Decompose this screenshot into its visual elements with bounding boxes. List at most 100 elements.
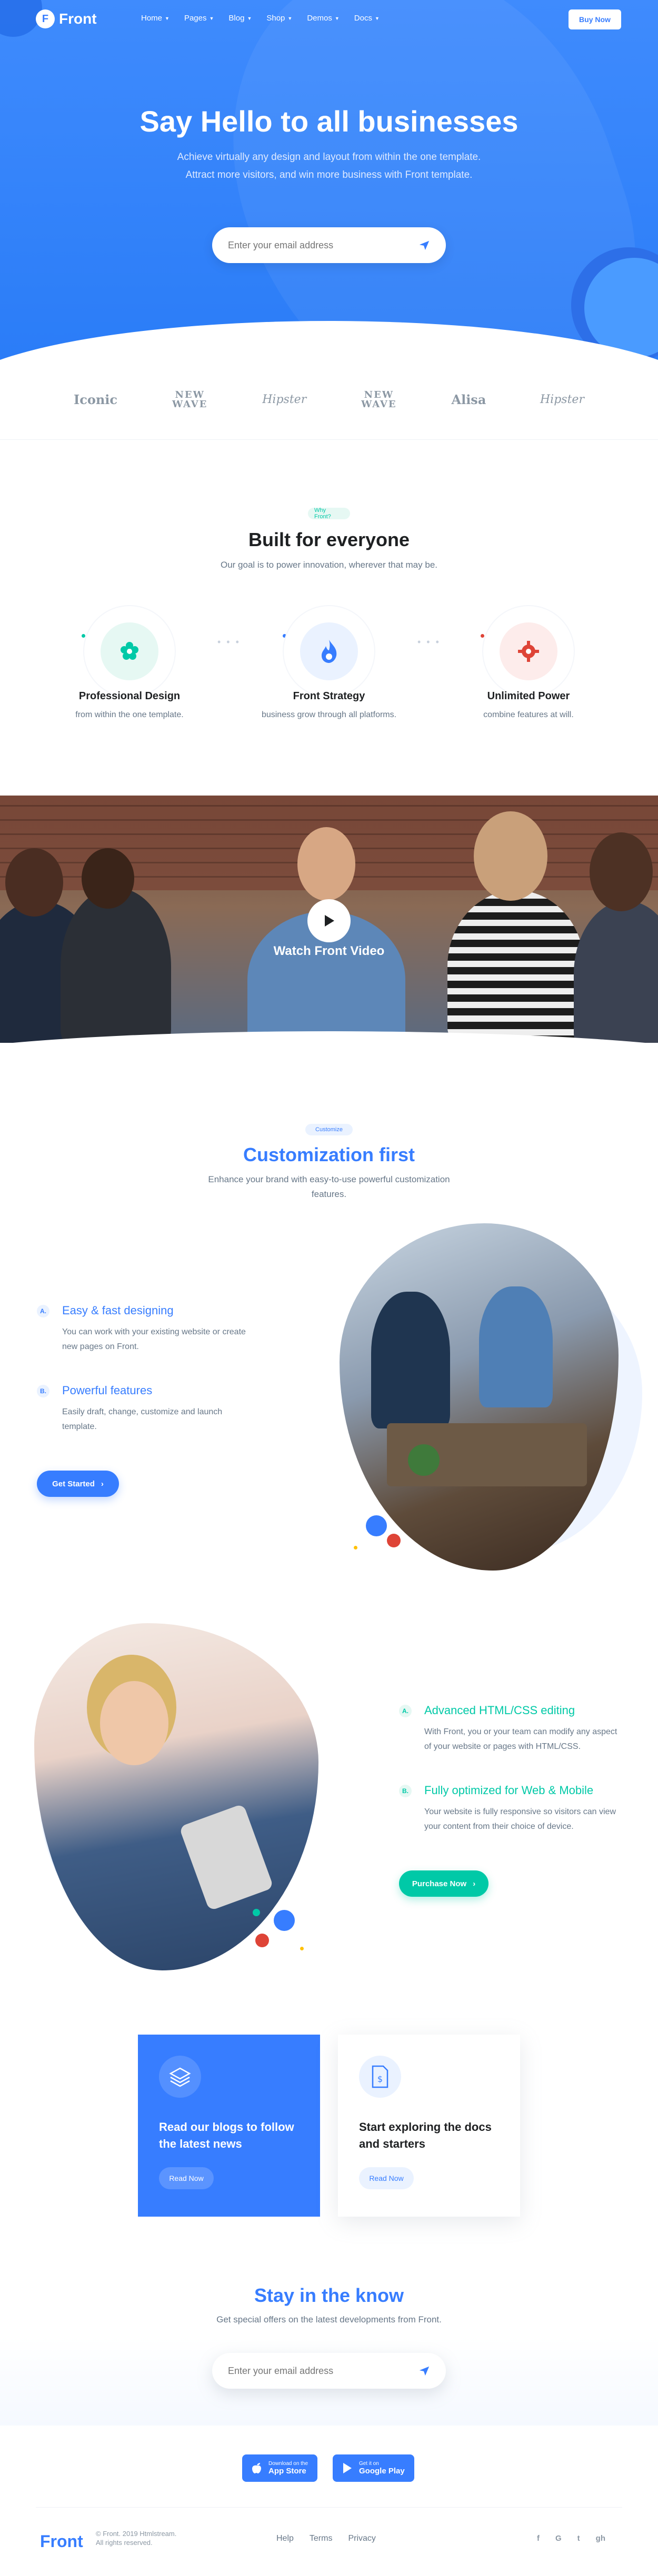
list-letter: A. (37, 1305, 49, 1317)
decor-dot (274, 1910, 295, 1931)
facebook-icon[interactable]: f (537, 2534, 540, 2543)
read-now-button[interactable]: Read Now (159, 2167, 214, 2189)
play-video-button[interactable] (307, 899, 351, 942)
subscribe-email-input[interactable] (228, 2365, 418, 2377)
hero-subscribe-form (212, 227, 446, 263)
client-logo-iconic: Iconic (74, 392, 118, 407)
menu-item-label: Shop (266, 14, 285, 23)
video-section: Watch Front Video (0, 796, 658, 1043)
flame-icon (322, 640, 337, 663)
button-label: Purchase Now (412, 1879, 467, 1888)
play-icon (343, 2463, 352, 2473)
copyright-line: © Front. 2019 Htmlstream. (96, 2530, 177, 2538)
chevron-down-icon: ▼ (209, 15, 214, 21)
footer-link-help[interactable]: Help (276, 2534, 294, 2543)
landing-page: F Front Home ▼ Pages ▼ Blog ▼ Shop ▼ Demos ▼ … (0, 0, 658, 2576)
chevron-down-icon: ▼ (334, 15, 340, 21)
decor-dot (366, 1515, 387, 1536)
footer-link-terms[interactable]: Terms (310, 2534, 333, 2543)
buy-now-button[interactable]: Buy Now (569, 9, 621, 29)
feature-front-strategy: Front Strategy business grow through all… (250, 605, 408, 731)
why-title: Built for everyone (248, 529, 410, 550)
feature-professional-design: Professional Design from within the one … (51, 605, 208, 731)
person-head (590, 832, 653, 911)
feature-text: Your website is fully responsive so visi… (424, 1807, 616, 1831)
person-head (297, 827, 355, 901)
custom-feature-a: A. Easy & fast designing You can work wi… (37, 1304, 258, 1351)
google-icon[interactable]: G (555, 2534, 562, 2543)
feature-title: Powerful features (62, 1384, 153, 1397)
feature-title: Easy & fast designing (62, 1304, 174, 1317)
subscribe-title: Stay in the know (0, 2285, 658, 2307)
google-play-button[interactable]: Get it on Google Play (333, 2454, 414, 2482)
feature-icon-circle (500, 622, 557, 680)
customization-title: Customization first (0, 1144, 658, 1166)
person-head (82, 848, 134, 909)
client-logo-newwave: NEW WAVE (361, 389, 397, 410)
blog-card[interactable]: Read our blogs to follow the latest news… (138, 2035, 320, 2217)
app-store-button[interactable]: Download on the App Store (242, 2454, 318, 2482)
decor-dot (354, 1546, 357, 1549)
feature-icon-circle (300, 622, 358, 680)
title-bold: first (378, 1144, 415, 1165)
chevron-right-icon: › (473, 1879, 476, 1888)
custom-feature-b: B. Powerful features Easily draft, chang… (37, 1384, 258, 1431)
card-icon-circle: $ (359, 2056, 401, 2098)
feature-text: You can work with your existing website … (62, 1327, 246, 1351)
feature-title: Fully optimized for Web & Mobile (424, 1784, 594, 1797)
decor-dot (300, 1947, 304, 1950)
connector-dots: • • • (417, 637, 441, 647)
svg-text:$: $ (377, 2074, 383, 2084)
hero-title-bold: Hello (200, 105, 273, 138)
decor-dot (255, 1934, 269, 1947)
footer-social: f G t gh (537, 2534, 605, 2543)
advanced-feature-a: A. Advanced HTML/CSS editing With Front,… (399, 1704, 620, 1751)
send-icon[interactable] (418, 239, 430, 251)
why-badge: Why Front? (308, 507, 350, 520)
twitter-icon[interactable]: t (577, 2534, 580, 2543)
chevron-right-icon: › (101, 1479, 104, 1488)
button-label: Get Started (52, 1479, 95, 1488)
feature-icon-circle (101, 622, 158, 680)
list-letter: A. (399, 1705, 412, 1717)
hero-email-input[interactable] (228, 239, 418, 251)
logo-mark-icon: F (36, 9, 55, 28)
store-big-text: App Store (268, 2467, 306, 2476)
feature-unlimited-power: Unlimited Power combine features at will… (450, 605, 607, 731)
menu-item-label: Home (141, 14, 163, 23)
menu-item-blog[interactable]: Blog ▼ (228, 14, 252, 23)
footer-logo[interactable]: Front (40, 2532, 83, 2551)
list-letter: B. (37, 1385, 49, 1397)
read-now-button[interactable]: Read Now (359, 2167, 414, 2189)
title-bold: Stay (254, 2285, 295, 2306)
menu-item-demos[interactable]: Demos ▼ (307, 14, 339, 23)
menu-item-label: Blog (228, 14, 245, 23)
person-figure (574, 901, 658, 1043)
brand-logo[interactable]: F Front (36, 9, 97, 28)
customize-badge: Customize (305, 1124, 353, 1135)
subscribe-subtitle: Get special offers on the latest develop… (216, 2315, 442, 2325)
title-pre: Customization (243, 1144, 379, 1165)
menu-item-label: Docs (354, 14, 372, 23)
feature-text: With Front, you or your team can modify … (424, 1727, 617, 1751)
menu-item-shop[interactable]: Shop ▼ (266, 14, 292, 23)
get-started-button[interactable]: Get Started › (37, 1471, 119, 1497)
hero-subtitle: Achieve virtually any design and layout … (177, 152, 481, 180)
github-icon[interactable]: gh (596, 2534, 605, 2543)
section-divider (0, 439, 658, 440)
footer-link-privacy[interactable]: Privacy (348, 2534, 375, 2543)
feature-title: Front Strategy (293, 690, 365, 702)
title-post: in the know (294, 2285, 404, 2306)
send-icon[interactable] (418, 2365, 430, 2377)
video-label: Watch Front Video (273, 944, 385, 958)
photo-tablet (178, 1803, 274, 1911)
navbar: F Front Home ▼ Pages ▼ Blog ▼ Shop ▼ Demos ▼ … (0, 0, 658, 38)
docs-card[interactable]: $ Start exploring the docs and starters … (338, 2035, 520, 2217)
menu-item-home[interactable]: Home ▼ (141, 14, 170, 23)
menu-item-docs[interactable]: Docs ▼ (354, 14, 380, 23)
chevron-down-icon: ▼ (247, 15, 252, 21)
menu-item-pages[interactable]: Pages ▼ (184, 14, 214, 23)
chevron-down-icon: ▼ (165, 15, 170, 21)
purchase-now-button[interactable]: Purchase Now › (399, 1870, 488, 1897)
card-title: Start exploring the docs and starters (359, 2120, 492, 2150)
